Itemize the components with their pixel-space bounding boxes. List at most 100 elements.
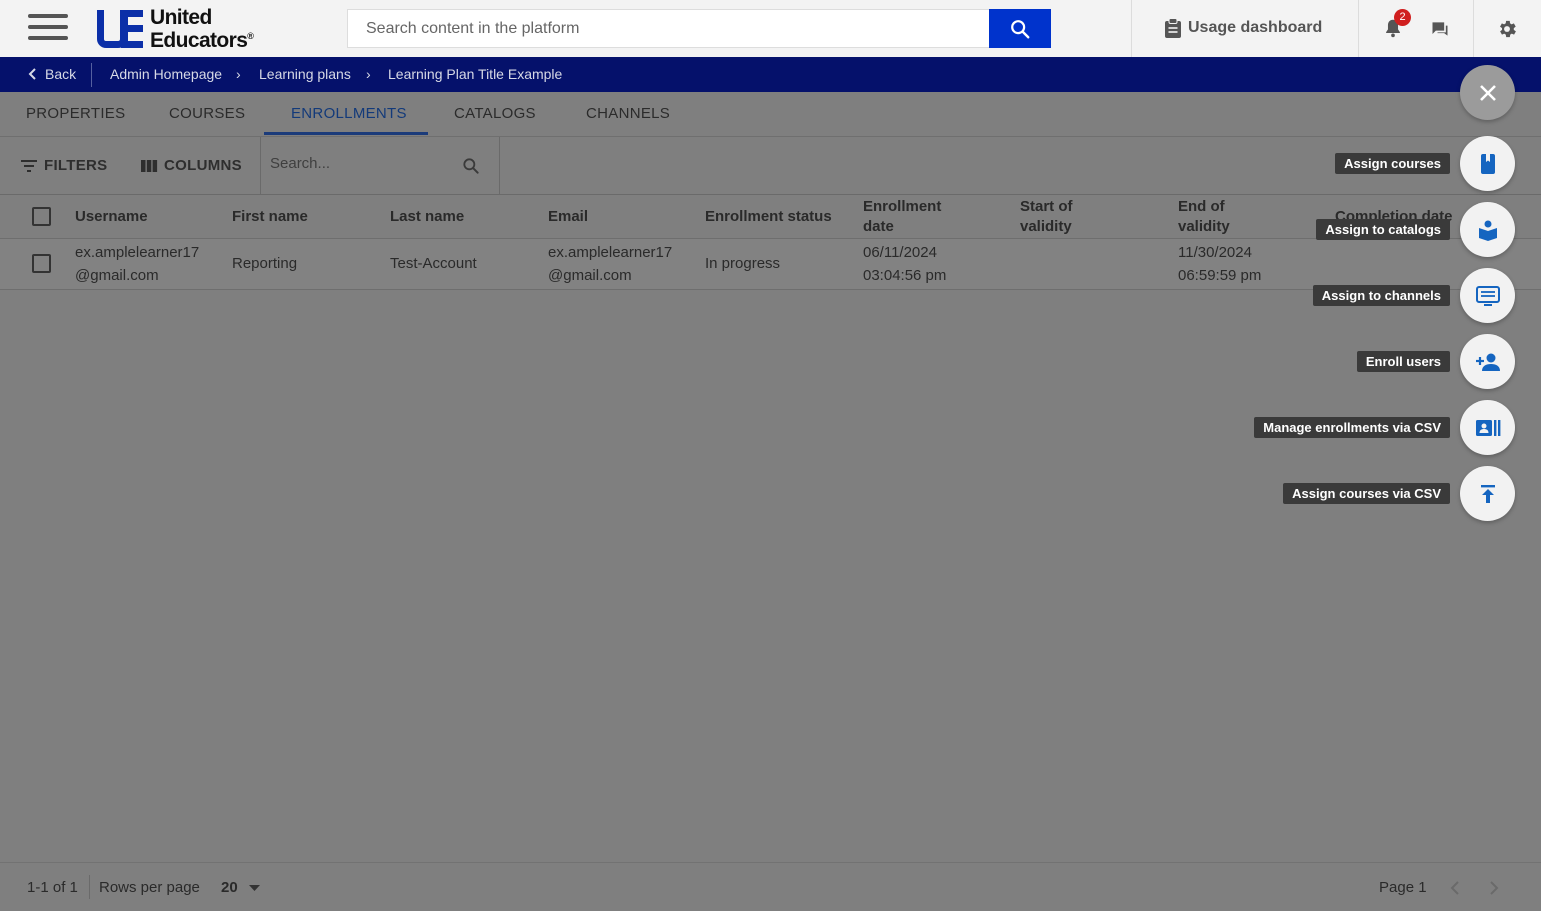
assign-courses-button[interactable] — [1460, 136, 1515, 191]
breadcrumb-admin-homepage[interactable]: Admin Homepage — [110, 66, 222, 82]
close-icon — [1479, 84, 1496, 101]
chevron-left-icon — [28, 68, 36, 80]
tab-catalogs[interactable]: CATALOGS — [454, 105, 536, 122]
breadcrumb-separator-icon: › — [236, 66, 241, 82]
column-header-first-name[interactable]: First name — [232, 207, 308, 227]
columns-label: COLUMNS — [164, 157, 242, 174]
manage-enrollments-csv-button[interactable] — [1460, 400, 1515, 455]
cell-text: 06/11/2024 — [863, 244, 937, 261]
clipboard-icon — [1165, 18, 1181, 38]
upload-icon — [1480, 484, 1495, 503]
page-indicator: Page 1 — [1379, 879, 1427, 896]
cell-text: ex.amplelearner17 — [75, 244, 200, 261]
global-search — [347, 9, 1051, 48]
assign-courses-csv-label: Assign courses via CSV — [1283, 483, 1450, 504]
column-header-text: End of — [1178, 198, 1225, 215]
column-header-text: Enrollment — [863, 198, 942, 215]
filters-label: FILTERS — [44, 157, 108, 174]
book-icon — [1480, 153, 1495, 174]
breadcrumb-divider — [91, 63, 92, 87]
rows-per-page-label: Rows per page — [99, 879, 200, 896]
back-label: Back — [45, 66, 77, 82]
column-header-email[interactable]: Email — [548, 207, 588, 227]
column-header-text: validity — [1020, 218, 1072, 235]
columns-button[interactable]: COLUMNS — [140, 157, 242, 174]
tab-properties[interactable]: PROPERTIES — [26, 105, 125, 122]
assign-courses-csv-button[interactable] — [1460, 466, 1515, 521]
next-page-icon[interactable] — [1488, 880, 1500, 896]
speed-dial-close-button[interactable] — [1460, 65, 1515, 120]
cell-text: 11/30/2024 — [1178, 244, 1252, 261]
column-header-username[interactable]: Username — [75, 207, 148, 227]
assign-to-catalogs-label: Assign to catalogs — [1316, 219, 1450, 240]
pagination-divider — [89, 875, 90, 899]
previous-page-icon[interactable] — [1449, 880, 1461, 896]
search-icon[interactable] — [461, 156, 481, 176]
add-person-icon — [1475, 353, 1500, 371]
cell-text: 03:04:56 pm — [863, 267, 947, 284]
row-checkbox[interactable] — [32, 254, 51, 273]
top-header: United Educators® Usage dashboard 2 — [0, 0, 1541, 57]
back-button[interactable]: Back — [26, 66, 76, 82]
table-row[interactable]: ex.amplelearner17 @gmail.com Reporting T… — [0, 239, 1541, 290]
column-header-last-name[interactable]: Last name — [390, 207, 464, 227]
search-icon — [1011, 19, 1030, 38]
assign-to-channels-button[interactable] — [1460, 268, 1515, 323]
select-all-checkbox[interactable] — [32, 207, 51, 226]
table-header: Username First name Last name Email Enro… — [0, 195, 1541, 239]
global-search-button[interactable] — [989, 9, 1051, 48]
column-header-text: validity — [1178, 218, 1230, 235]
tab-enrollments[interactable]: ENROLLMENTS — [291, 105, 407, 122]
cell-text: @gmail.com — [548, 267, 632, 284]
rows-per-page-select[interactable]: 20 — [221, 879, 238, 896]
assign-courses-label: Assign courses — [1335, 153, 1450, 174]
logo-mark-icon — [97, 10, 144, 48]
header-divider — [1473, 0, 1474, 57]
column-header-text: Start of — [1020, 198, 1073, 215]
column-header-start-of-validity[interactable]: Start of validity — [1020, 197, 1073, 237]
active-tab-indicator — [264, 132, 428, 135]
assign-to-catalogs-button[interactable] — [1460, 202, 1515, 257]
breadcrumb-learning-plans[interactable]: Learning plans — [259, 66, 351, 82]
tab-bar: PROPERTIES COURSES ENROLLMENTS CATALOGS … — [0, 92, 1541, 137]
usage-dashboard-label: Usage dashboard — [1188, 19, 1323, 36]
cell-enrollment-status: In progress — [705, 255, 781, 272]
catalog-icon — [1478, 220, 1497, 241]
cell-enrollment-date: 06/11/2024 03:04:56 pm — [863, 241, 946, 287]
enroll-users-label: Enroll users — [1356, 351, 1450, 372]
column-header-enrollment-status[interactable]: Enrollment status — [705, 207, 832, 227]
csv-contact-icon — [1475, 419, 1500, 436]
tab-courses[interactable]: COURSES — [169, 105, 245, 122]
cell-text: 06:59:59 pm — [1178, 267, 1262, 284]
enroll-users-button[interactable] — [1460, 334, 1515, 389]
breadcrumb: Back Admin Homepage › Learning plans › L… — [0, 57, 1541, 92]
gear-icon[interactable] — [1496, 18, 1518, 40]
cell-first-name: Reporting — [232, 255, 298, 272]
column-header-end-of-validity[interactable]: End of validity — [1178, 197, 1230, 237]
cell-email: ex.amplelearner17 @gmail.com — [548, 241, 672, 287]
table-search-input[interactable] — [270, 155, 450, 172]
pagination-range: 1-1 of 1 — [27, 879, 78, 896]
table-search — [260, 137, 500, 194]
breadcrumb-separator-icon: › — [366, 66, 371, 82]
hamburger-menu-icon[interactable] — [28, 14, 68, 42]
cell-username: ex.amplelearner17 @gmail.com — [75, 241, 199, 287]
logo[interactable]: United Educators® — [97, 7, 254, 51]
chat-icon[interactable] — [1430, 19, 1450, 39]
usage-dashboard-button[interactable]: Usage dashboard — [1164, 18, 1322, 38]
columns-icon — [141, 159, 158, 172]
caret-down-icon[interactable] — [249, 885, 260, 892]
breadcrumb-current-page: Learning Plan Title Example — [388, 66, 563, 82]
column-header-text: date — [863, 218, 894, 235]
column-header-enrollment-date[interactable]: Enrollment date — [863, 197, 941, 237]
tab-channels[interactable]: CHANNELS — [586, 105, 670, 122]
notification-badge: 2 — [1394, 9, 1411, 26]
global-search-input[interactable] — [347, 9, 989, 48]
filters-button[interactable]: FILTERS — [20, 157, 107, 174]
assign-to-channels-label: Assign to channels — [1312, 285, 1450, 306]
manage-enrollments-csv-label: Manage enrollments via CSV — [1254, 417, 1450, 438]
cell-end-of-validity: 11/30/2024 06:59:59 pm — [1178, 241, 1261, 287]
table-pagination: 1-1 of 1 Rows per page 20 Page 1 — [0, 862, 1541, 911]
cell-last-name: Test-Account — [390, 255, 477, 272]
table-toolbar: FILTERS COLUMNS — [0, 137, 1541, 195]
